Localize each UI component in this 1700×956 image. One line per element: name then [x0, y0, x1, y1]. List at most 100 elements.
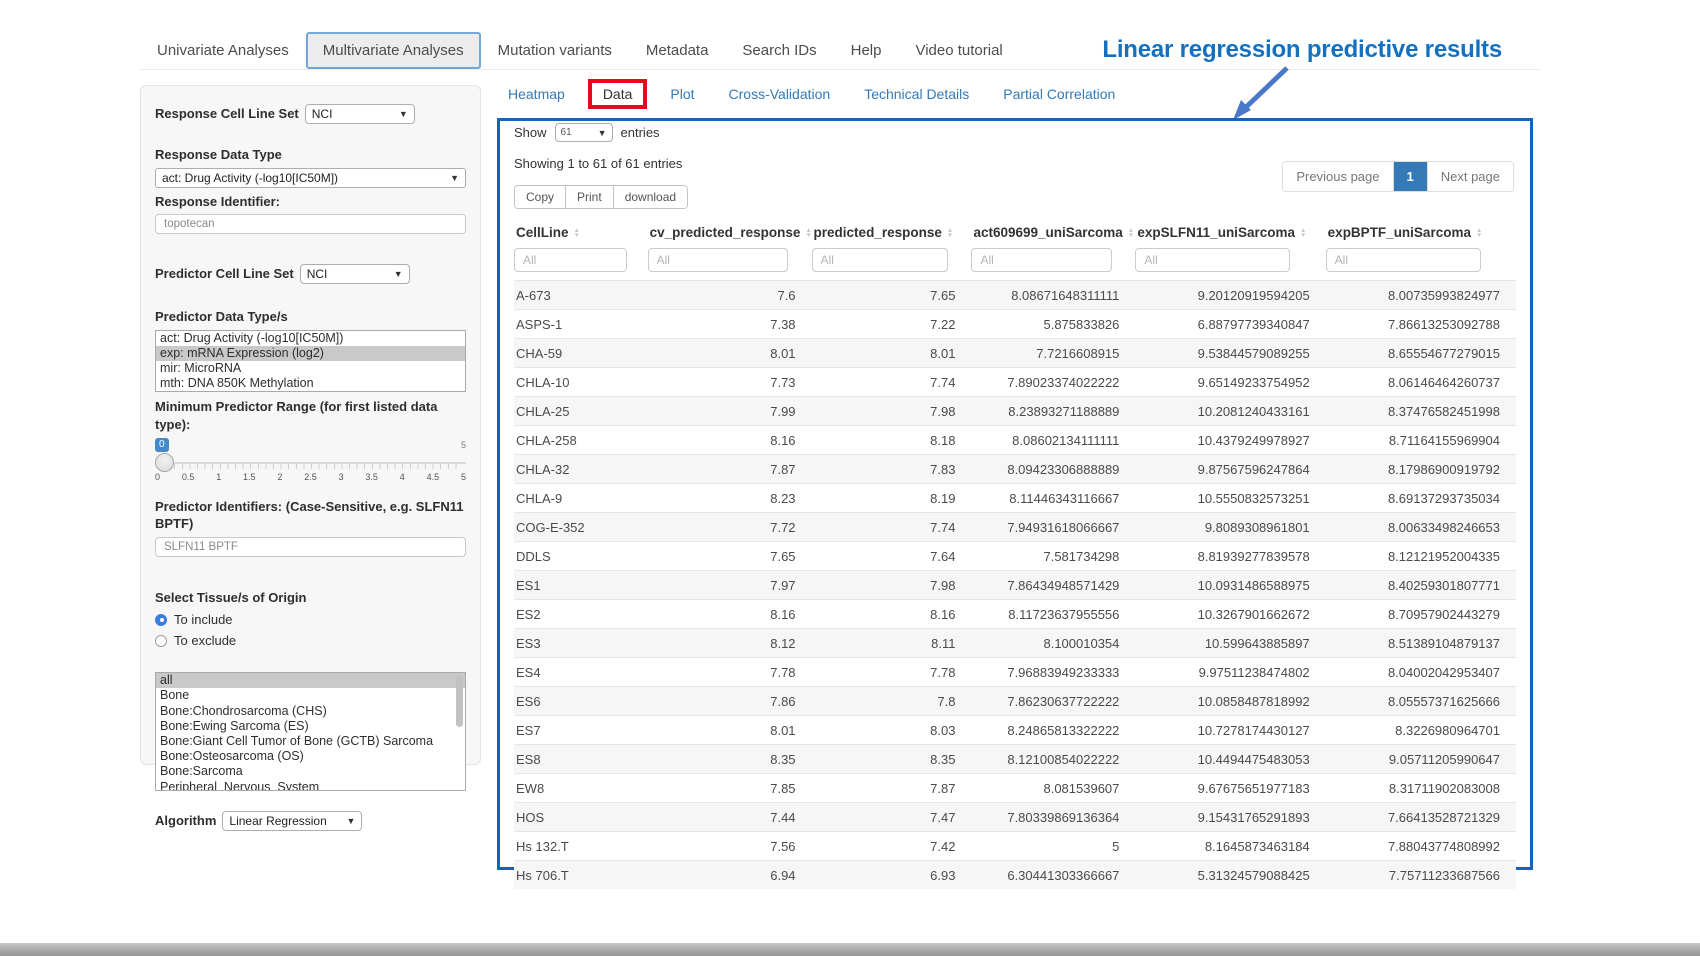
cell-value: 8.09423306888889: [971, 455, 1135, 484]
sort-icon[interactable]: ▲▼: [1476, 228, 1482, 238]
cell-line-name: ES4: [514, 658, 648, 687]
tab-heatmap[interactable]: Heatmap: [508, 86, 565, 102]
cell-value: 10.7278174430127: [1135, 716, 1325, 745]
nav-item-help[interactable]: Help: [834, 32, 899, 69]
cell-value: 6.93: [812, 861, 972, 890]
column-filter-input-expbptf-unisarcoma[interactable]: [1326, 248, 1481, 272]
tissue-option-bone-sarcoma[interactable]: Bone:Sarcoma: [156, 764, 465, 779]
cell-value: 8.19: [812, 484, 972, 513]
cell-value: 9.15431765291893: [1135, 803, 1325, 832]
tab-partial-correlation[interactable]: Partial Correlation: [1003, 86, 1115, 102]
nav-item-search-ids[interactable]: Search IDs: [725, 32, 833, 69]
cell-value: 8.08671648311111: [971, 281, 1135, 310]
response-cell-line-value: NCI: [312, 107, 333, 121]
column-header-predicted-response[interactable]: predicted_response▲▼: [812, 217, 972, 246]
predictor-type-option-act[interactable]: act: Drug Activity (-log10[IC50M]): [156, 331, 465, 346]
cell-value: 7.75711233687566: [1326, 861, 1516, 890]
tab-cross-validation[interactable]: Cross-Validation: [729, 86, 831, 102]
nav-item-mutation-variants[interactable]: Mutation variants: [481, 32, 629, 69]
nav-item-univariate-analyses[interactable]: Univariate Analyses: [140, 32, 306, 69]
predictor-type-option-mir[interactable]: mir: MicroRNA: [156, 361, 465, 376]
tissue-option-bone-ewing-sarcoma-es[interactable]: Bone:Ewing Sarcoma (ES): [156, 719, 465, 734]
previous-page-button[interactable]: Previous page: [1283, 162, 1393, 191]
tissue-option-bone-osteosarcoma-os[interactable]: Bone:Osteosarcoma (OS): [156, 749, 465, 764]
cell-line-name: A-673: [514, 281, 648, 310]
algorithm-select[interactable]: Linear Regression ▼: [222, 811, 362, 831]
cell-value: 7.42: [812, 832, 972, 861]
cell-value: 7.64: [812, 542, 972, 571]
tissue-option-all[interactable]: all: [156, 673, 465, 688]
tissue-option-bone[interactable]: Bone: [156, 688, 465, 703]
cell-value: 8.00633498246653: [1326, 513, 1516, 542]
cell-value: 10.0931486588975: [1135, 571, 1325, 600]
tissue-option-bone-chondrosarcoma-chs[interactable]: Bone:Chondrosarcoma (CHS): [156, 704, 465, 719]
download-button[interactable]: download: [614, 186, 687, 208]
tissue-radio-group: To includeTo exclude: [155, 612, 466, 648]
radio-to-exclude[interactable]: [155, 635, 167, 647]
cell-value: 8.00735993824977: [1326, 281, 1516, 310]
slider-value-badge: 0: [155, 438, 169, 452]
cell-value: 7.47: [812, 803, 972, 832]
listbox-scrollbar[interactable]: [456, 675, 463, 727]
column-filter-input-act609699-unisarcoma[interactable]: [971, 248, 1111, 272]
next-page-button[interactable]: Next page: [1428, 162, 1513, 191]
page-1-button[interactable]: 1: [1394, 162, 1428, 191]
sort-icon[interactable]: ▲▼: [1300, 228, 1306, 238]
tissue-option-peripheral-nervous-system[interactable]: Peripheral_Nervous_System: [156, 780, 465, 792]
nav-item-multivariate-analyses[interactable]: Multivariate Analyses: [306, 32, 481, 69]
radio-to-include[interactable]: [155, 614, 167, 626]
cell-value: 8.08602134111111: [971, 426, 1135, 455]
tab-technical-details[interactable]: Technical Details: [864, 86, 969, 102]
tab-data[interactable]: Data: [588, 79, 648, 109]
slider-handle[interactable]: [155, 453, 174, 472]
cell-value: 7.86434948571429: [971, 571, 1135, 600]
cell-value: 8.12: [648, 629, 812, 658]
sort-icon[interactable]: ▲▼: [574, 228, 580, 238]
response-data-type-select[interactable]: act: Drug Activity (-log10[IC50M]) ▼: [155, 168, 466, 188]
response-cell-line-select[interactable]: NCI ▼: [305, 104, 415, 124]
column-filter-input-cellline[interactable]: [514, 248, 627, 272]
cell-value: 5.31324579088425: [1135, 861, 1325, 890]
table-row: Hs 132.T7.567.4258.16458734631847.880437…: [514, 832, 1516, 861]
cell-value: 7.78: [812, 658, 972, 687]
sort-icon[interactable]: ▲▼: [947, 228, 953, 238]
chevron-down-icon: ▼: [450, 173, 459, 183]
predictor-cell-line-select[interactable]: NCI ▼: [300, 264, 410, 284]
table-row: ES67.867.87.8623063772222210.08584878189…: [514, 687, 1516, 716]
page-length-select[interactable]: 61 ▼: [555, 123, 613, 142]
cell-line-name: ES6: [514, 687, 648, 716]
cell-value: 9.20120919594205: [1135, 281, 1325, 310]
predictor-type-option-mth[interactable]: mth: DNA 850K Methylation: [156, 376, 465, 391]
copy-button[interactable]: Copy: [515, 186, 566, 208]
sort-icon[interactable]: ▲▼: [1128, 228, 1134, 238]
cell-value: 9.97511238474802: [1135, 658, 1325, 687]
cell-value: 8.31711902083008: [1326, 774, 1516, 803]
response-identifier-input[interactable]: [155, 214, 466, 234]
cell-value: 7.7216608915: [971, 339, 1135, 368]
column-header-expslfn11-unisarcoma[interactable]: expSLFN11_uniSarcoma▲▼: [1135, 217, 1325, 246]
nav-item-metadata[interactable]: Metadata: [629, 32, 726, 69]
print-button[interactable]: Print: [566, 186, 614, 208]
column-header-cv-predicted-response[interactable]: cv_predicted_response▲▼: [648, 217, 812, 246]
column-filter-input-expslfn11-unisarcoma[interactable]: [1135, 248, 1290, 272]
table-row: CHLA-2588.168.188.0860213411111110.43792…: [514, 426, 1516, 455]
cell-value: 7.581734298: [971, 542, 1135, 571]
column-header-expbptf-unisarcoma[interactable]: expBPTF_uniSarcoma▲▼: [1326, 217, 1516, 246]
predictor-type-option-exp[interactable]: exp: mRNA Expression (log2): [156, 346, 465, 361]
nav-item-video-tutorial[interactable]: Video tutorial: [898, 32, 1019, 69]
cell-value: 8.37476582451998: [1326, 397, 1516, 426]
table-row: CHLA-107.737.747.890233740222229.6514923…: [514, 368, 1516, 397]
column-filter-input-predicted-response[interactable]: [812, 248, 949, 272]
slider-tick-label: 4.5: [427, 472, 440, 482]
tissue-option-bone-giant-cell-tumor-of-bone-gctb-sarcoma[interactable]: Bone:Giant Cell Tumor of Bone (GCTB) Sar…: [156, 734, 465, 749]
cell-value: 10.2081240433161: [1135, 397, 1325, 426]
column-filter-input-cv-predicted-response[interactable]: [648, 248, 788, 272]
column-header-act609699-unisarcoma[interactable]: act609699_uniSarcoma▲▼: [971, 217, 1135, 246]
predictor-identifiers-input[interactable]: [155, 537, 466, 557]
sort-icon[interactable]: ▲▼: [805, 228, 811, 238]
tab-plot[interactable]: Plot: [670, 86, 694, 102]
column-header-cellline[interactable]: CellLine▲▼: [514, 217, 648, 246]
cell-value: 7.83: [812, 455, 972, 484]
cell-line-name: ES1: [514, 571, 648, 600]
cell-value: 7.99: [648, 397, 812, 426]
